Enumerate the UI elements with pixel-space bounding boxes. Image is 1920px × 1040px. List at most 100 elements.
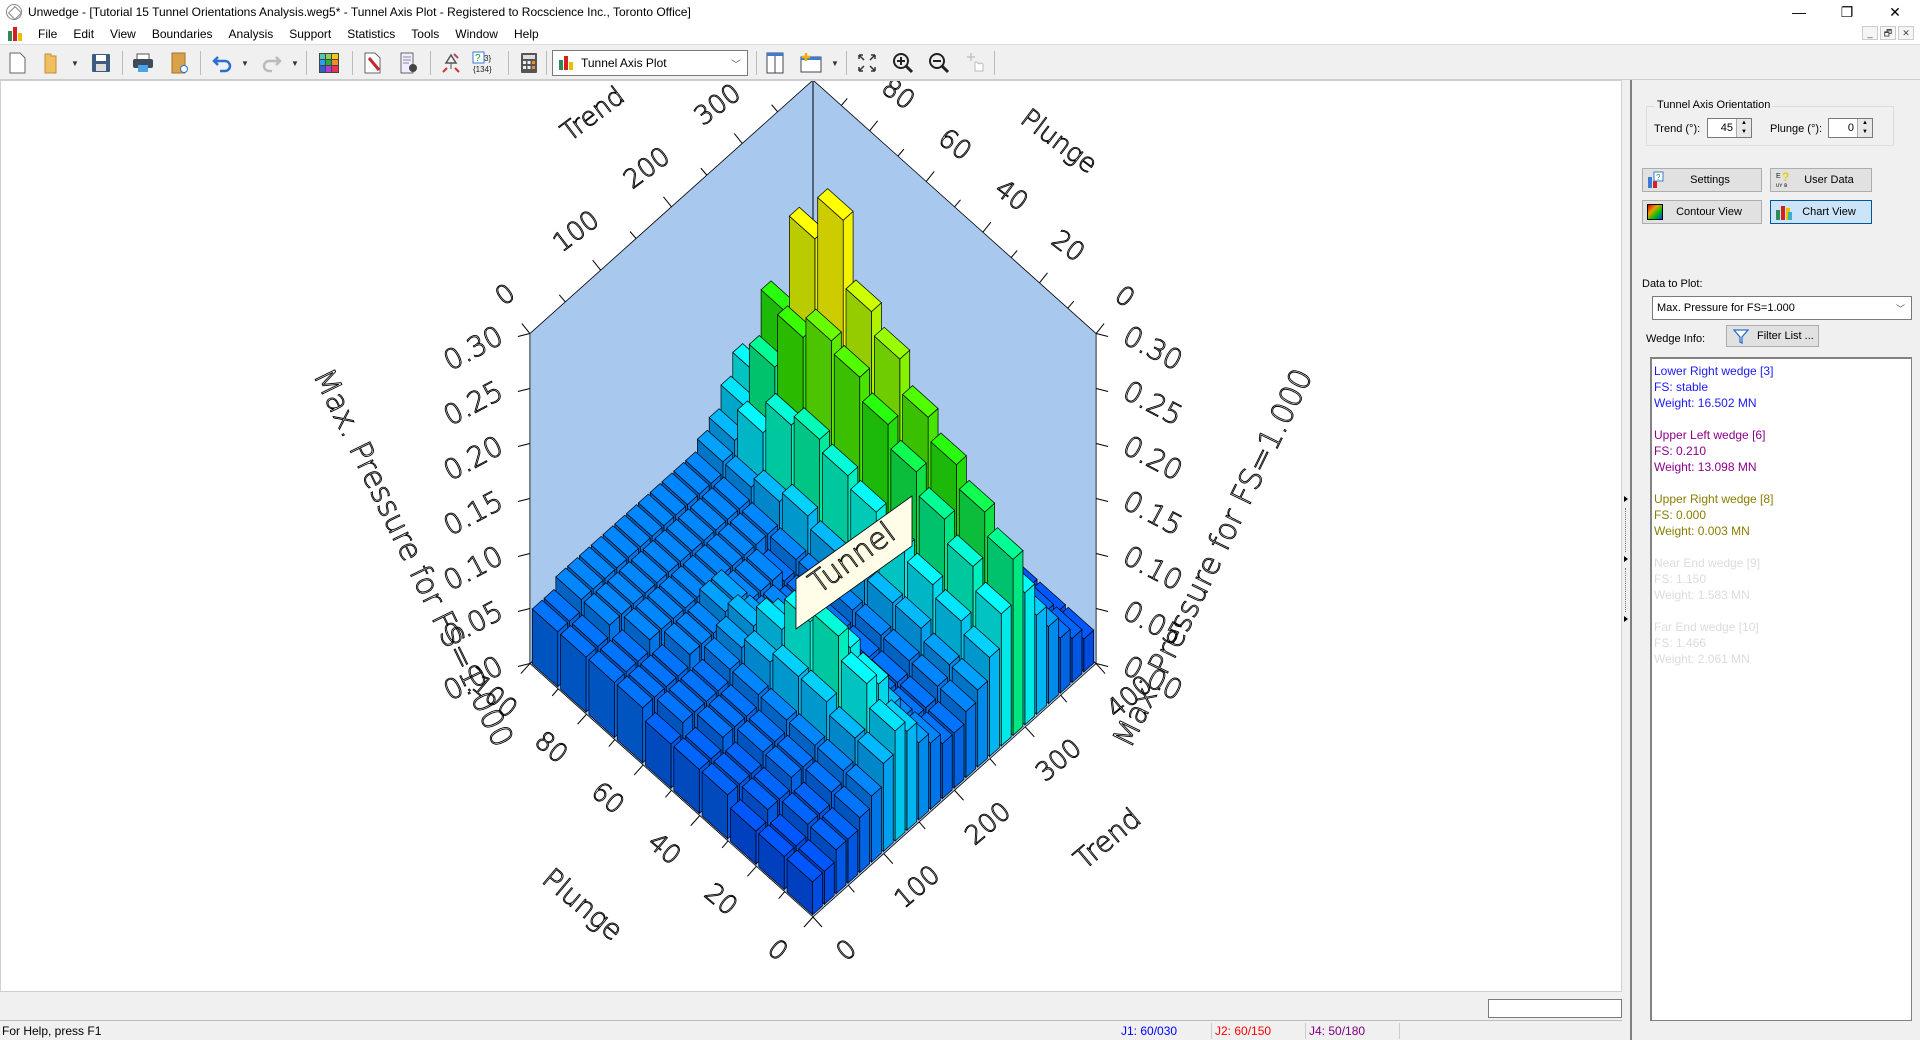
trend-top-minor-tick [558,294,566,303]
book-icon[interactable] [166,50,192,76]
data-to-plot-select[interactable]: Max. Pressure for FS=1.000 ﹀ [1652,296,1912,320]
menu-window[interactable]: Window [447,27,506,41]
menu-edit[interactable]: Edit [65,27,102,41]
chart-view-label: Chart View [1802,206,1856,218]
menu-file[interactable]: File [30,27,65,41]
printer-icon[interactable] [130,50,156,76]
wedge-info-list[interactable]: Lower Right wedge [3] FS: stable Weight: 1… [1650,357,1912,1021]
mdi-close-icon[interactable]: ✕ [1898,26,1914,40]
status-joint-j1: J1: 60/030 [1121,1024,1178,1038]
plunge-bottom-tick [577,713,587,725]
mdi-restore-icon[interactable]: 🗗 [1880,26,1896,40]
status-progress-box [1488,999,1622,1018]
trend-bottom-tick [883,853,894,864]
spin-down-icon[interactable]: ▼ [1858,128,1872,137]
plunge-top-tick [1039,272,1048,284]
zoom-in-icon[interactable] [890,50,916,76]
menu-support[interactable]: Support [281,27,339,41]
zoom-out-icon[interactable] [926,50,952,76]
z-right-tick [1095,388,1109,393]
wedge-item[interactable]: Upper Right wedge [8] FS: 0.000 Weight: 0.… [1654,491,1911,539]
chart-view-area[interactable]: Tunnel 0100200300400Trend020406080100Plu… [0,80,1622,992]
wedge-item[interactable]: Near End wedge [9] FS: 1.150 Weight: 1.583… [1654,555,1911,603]
calculator-icon[interactable] [516,50,542,76]
z-left-tick-label: 0.25 [438,374,509,432]
plunge-top-tick [982,221,992,233]
settings-chart-icon: ? [1647,171,1665,189]
plunge-top-tick-label: 80 [876,81,920,116]
z-left-tick-label: 0.30 [438,319,509,377]
menu-help[interactable]: Help [506,27,547,41]
filter-list-button[interactable]: Filter List ... [1726,325,1819,347]
redo-dropdown-icon[interactable]: ▼ [290,50,300,76]
plunge-bottom-tick-label: 60 [585,776,630,820]
pan-hand-icon[interactable] [962,50,988,76]
new-document-icon[interactable] [4,50,30,76]
trend-top-tick [733,133,743,144]
collapse-arrow-icon[interactable] [1624,616,1628,622]
settings-document-icon[interactable] [396,50,422,76]
title-bar: Unwedge - [Tutorial 15 Tunnel Orientatio… [0,0,1920,24]
restore-icon[interactable]: ❐ [1824,0,1870,24]
settings-button[interactable]: ? Settings [1642,168,1762,192]
collapse-arrow-icon[interactable] [1624,556,1628,562]
trend-top-minor-tick [700,167,708,176]
svg-text:{134}: {134} [473,65,492,74]
close-icon[interactable]: ✕ [1872,0,1918,24]
contour-view-button[interactable]: Contour View [1642,200,1762,224]
trend-bottom-minor-tick [848,884,855,893]
open-dropdown-icon[interactable]: ▼ [70,50,80,76]
folder-icon[interactable] [38,50,64,76]
z-right-tick [1095,498,1109,503]
joints-icon[interactable] [438,50,464,76]
new-window-dropdown-icon[interactable]: ▼ [830,50,840,76]
z-left-tick-label: 0.10 [438,539,509,597]
undo-icon[interactable] [210,50,236,76]
plunge-value[interactable]: 0 [1848,122,1854,134]
bar-face-front [1012,549,1024,737]
panel-splitter[interactable] [1622,80,1630,1040]
zoom-extents-icon[interactable] [854,50,880,76]
wedge-name: Upper Left wedge [6] [1654,428,1766,442]
minimize-icon[interactable]: — [1776,0,1822,24]
menu-statistics[interactable]: Statistics [339,27,403,41]
chart-view-button[interactable]: Chart View [1770,200,1872,224]
color-grid-icon[interactable] [316,50,342,76]
plunge-spinner[interactable]: 0 ▲ ▼ [1828,118,1873,138]
wedge-weight: Weight: 13.098 MN [1654,460,1757,474]
wedge-weight: Weight: 1.583 MN [1654,588,1750,602]
new-window-icon[interactable] [798,50,824,76]
wedge-item[interactable]: Lower Right wedge [3] FS: stable Weight: 1… [1654,363,1911,411]
menu-tools[interactable]: Tools [403,27,447,41]
wedge-item[interactable]: Far End wedge [10] FS: 1.466 Weight: 2.061… [1654,619,1911,667]
z-right-tick [1095,443,1109,448]
trend-bottom-tick [1024,726,1035,738]
plunge-bottom-tick [803,916,814,928]
menu-view[interactable]: View [102,27,144,41]
save-icon[interactable] [88,50,114,76]
plunge-top-tick-label: 20 [1046,225,1090,269]
menu-boundaries[interactable]: Boundaries [144,27,221,41]
spin-down-icon[interactable]: ▼ [1737,128,1751,137]
wedge-name: Near End wedge [9] [1654,556,1761,570]
wedge-fs: FS: 0.000 [1654,508,1707,522]
combinations-icon[interactable]: ? 3} {134} [472,50,498,76]
plunge-top-tick [1095,323,1105,334]
trend-value[interactable]: 45 [1721,122,1733,134]
trend-spinner[interactable]: 45 ▲ ▼ [1707,118,1752,138]
menu-analysis[interactable]: Analysis [221,27,282,41]
undo-dropdown-icon[interactable]: ▼ [240,50,250,76]
view-type-select[interactable]: Tunnel Axis Plot ﹀ [552,50,748,76]
spin-up-icon[interactable]: ▲ [1737,119,1751,128]
user-data-button[interactable]: E? ᴜʏ ʙ User Data [1770,168,1872,192]
mdi-minimize-icon[interactable]: _ [1862,26,1878,40]
edit-document-icon[interactable] [360,50,386,76]
spin-up-icon[interactable]: ▲ [1858,119,1872,128]
contour-view-label: Contour View [1676,206,1742,218]
wedge-item[interactable]: Upper Left wedge [6] FS: 0.210 Weight: 13.… [1654,427,1911,475]
bar-face-front [1048,617,1059,705]
bar-face-front [882,753,894,853]
tile-vertical-icon[interactable] [762,50,788,76]
redo-icon[interactable] [258,50,284,76]
collapse-arrow-icon[interactable] [1624,496,1628,502]
